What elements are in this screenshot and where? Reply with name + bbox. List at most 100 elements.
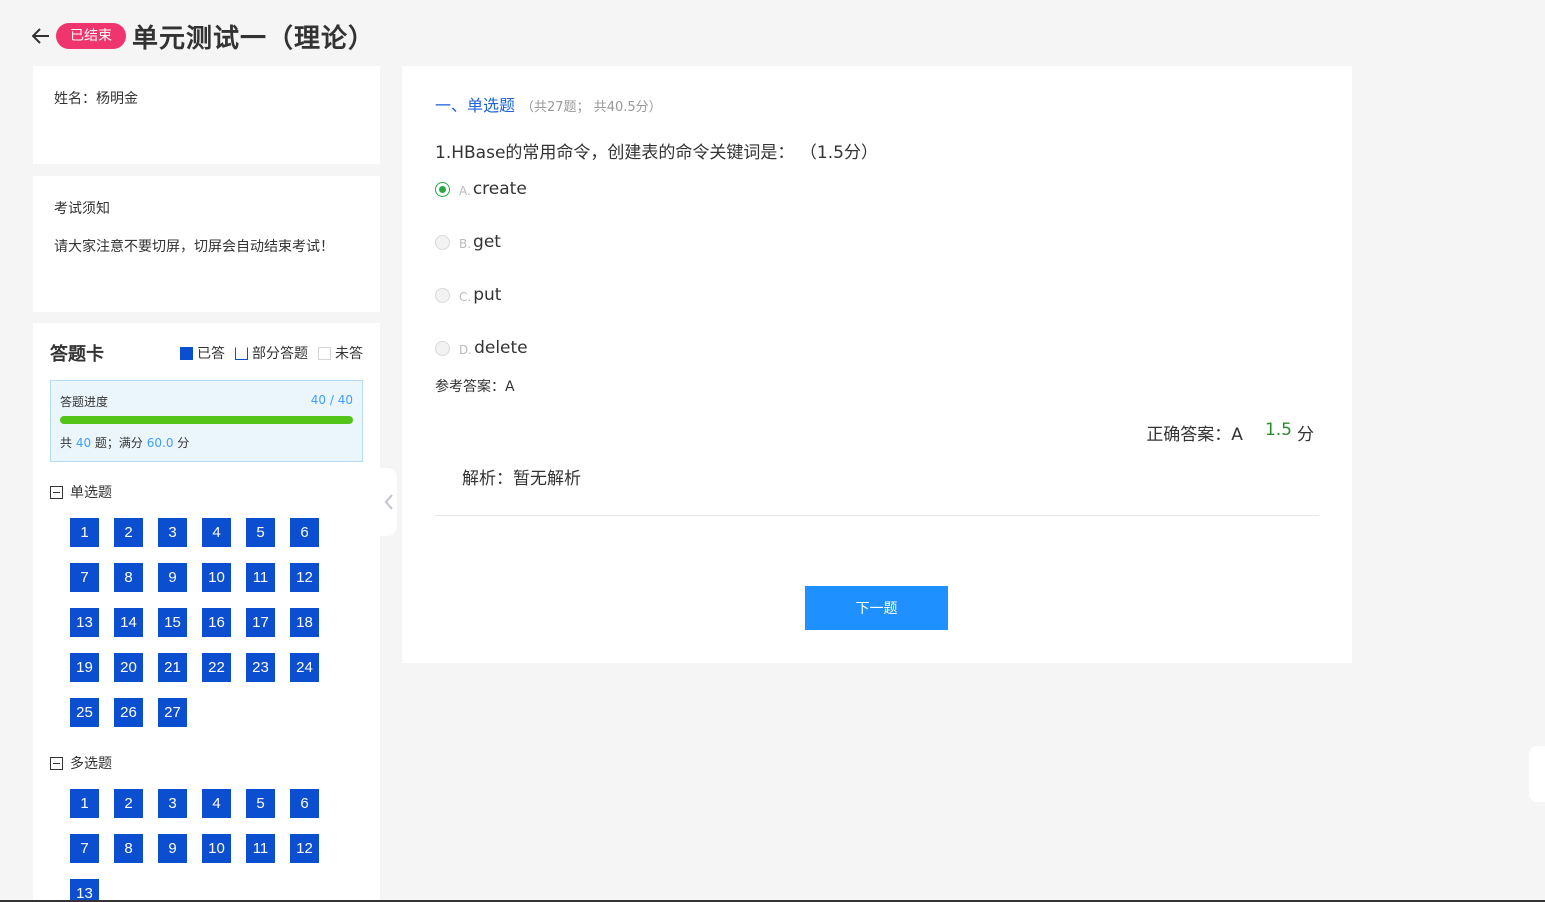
question-number-button[interactable]: 6 — [290, 789, 319, 818]
options-list: A. create B. get C. put D. delete — [435, 177, 1319, 360]
legend-answered: 已答 — [180, 343, 225, 363]
legend-unanswered-label: 未答 — [335, 346, 363, 362]
partial-swatch — [235, 346, 248, 360]
sidebar-collapse-toggle[interactable] — [380, 468, 397, 536]
question-number-button[interactable]: 24 — [290, 653, 319, 682]
progress-summary: 共 40 题；满分 60.0 分 — [60, 434, 353, 451]
question-number-button[interactable]: 16 — [202, 608, 231, 637]
question-number-button[interactable]: 2 — [114, 789, 143, 818]
question-number-button[interactable]: 7 — [70, 834, 99, 863]
question-number-button[interactable]: 23 — [246, 653, 275, 682]
page-title: 单元测试一（理论） — [132, 23, 376, 54]
radio-checked-icon[interactable] — [435, 181, 450, 197]
option-letter: B. — [459, 236, 472, 251]
answer-card: 答题卡 已答 部分答题 未答 答题进度 40 / 40 共 40 题；满分 60… — [33, 323, 380, 902]
legend-unanswered: 未答 — [318, 343, 363, 363]
progress-box: 答题进度 40 / 40 共 40 题；满分 60.0 分 — [50, 380, 363, 462]
exam-notice-card: 考试须知 请大家注意不要切屏，切屏会自动结束考试！ — [33, 176, 380, 312]
group-multi-choice: 多选题 1 2 3 4 5 6 7 8 9 10 11 12 13 — [50, 755, 363, 902]
question-number-button[interactable]: 19 — [70, 653, 99, 682]
question-number-button[interactable]: 10 — [202, 563, 231, 592]
option-d[interactable]: D. delete — [435, 336, 1319, 360]
question-number-button[interactable]: 2 — [114, 518, 143, 547]
header: 已结束 单元测试一（理论） — [30, 18, 375, 54]
progress-bar-fill — [60, 416, 353, 424]
question-number-button[interactable]: 26 — [114, 698, 143, 727]
correct-answer: 正确答案：A — [1146, 425, 1243, 445]
option-letter: D. — [459, 342, 473, 357]
question-number-button[interactable]: 8 — [114, 834, 143, 863]
option-text: delete — [474, 338, 528, 358]
question-grid-multi: 1 2 3 4 5 6 7 8 9 10 11 12 13 — [70, 789, 363, 902]
legend: 已答 部分答题 未答 — [170, 343, 363, 363]
progress-label: 答题进度 — [60, 395, 109, 409]
question-number-button[interactable]: 10 — [202, 834, 231, 863]
question-number-button[interactable]: 1 — [70, 518, 99, 547]
question-number-button[interactable]: 5 — [246, 518, 275, 547]
answer-card-title: 答题卡 — [50, 344, 104, 365]
question-grid-single: 1 2 3 4 5 6 7 8 9 10 11 12 13 14 15 16 17 18 19 20 21 22 23 24 2… — [70, 518, 363, 727]
question-number-button[interactable]: 13 — [70, 879, 99, 902]
progress-done: 40 — [310, 393, 327, 407]
radio-unchecked-icon[interactable] — [435, 287, 450, 303]
progress-sep: / — [326, 393, 338, 407]
question-number-button[interactable]: 14 — [114, 608, 143, 637]
section-title-main: 一、单选题 — [435, 96, 516, 115]
question-number-button[interactable]: 5 — [246, 789, 275, 818]
question-number-button[interactable]: 12 — [290, 563, 319, 592]
question-number-button[interactable]: 15 — [158, 608, 187, 637]
question-number-button[interactable]: 17 — [246, 608, 275, 637]
group-header-multi[interactable]: 多选题 — [50, 755, 363, 772]
group-header-single[interactable]: 单选题 — [50, 484, 363, 501]
question-number-button[interactable]: 3 — [158, 789, 187, 818]
legend-partial: 部分答题 — [235, 343, 308, 363]
chevron-left-icon — [384, 494, 393, 510]
student-info-card: 姓名：杨明金 — [33, 66, 380, 164]
group-label-multi: 多选题 — [70, 756, 112, 772]
option-a[interactable]: A. create — [435, 177, 1319, 201]
question-score: （1.5分） — [808, 143, 878, 163]
status-badge: 已结束 — [56, 23, 126, 49]
unanswered-swatch — [318, 346, 331, 360]
question-number-button[interactable]: 27 — [158, 698, 187, 727]
question-number-button[interactable]: 9 — [158, 563, 187, 592]
question-number-button[interactable]: 22 — [202, 653, 231, 682]
legend-partial-label: 部分答题 — [252, 346, 308, 362]
section-title: 一、单选题 （共27题； 共40.5分） — [435, 92, 1319, 115]
question-number-button[interactable]: 11 — [246, 563, 275, 592]
summary-score: 60.0 — [146, 436, 174, 450]
radio-unchecked-icon[interactable] — [435, 340, 450, 356]
question-number-button[interactable]: 20 — [114, 653, 143, 682]
question-number-button[interactable]: 3 — [158, 518, 187, 547]
summary-suffix: 分 — [173, 436, 190, 450]
question-number-button[interactable]: 12 — [290, 834, 319, 863]
legend-answered-label: 已答 — [197, 346, 225, 362]
next-question-button[interactable]: 下一题 — [805, 586, 948, 630]
question-number-button[interactable]: 6 — [290, 518, 319, 547]
radio-unchecked-icon[interactable] — [435, 234, 450, 250]
back-arrow-icon[interactable] — [30, 25, 52, 47]
score-unit: 分 — [1297, 425, 1314, 445]
question-number-button[interactable]: 21 — [158, 653, 187, 682]
question-number-button[interactable]: 7 — [70, 563, 99, 592]
notice-title: 考试须知 — [54, 201, 110, 217]
question-number-button[interactable]: 18 — [290, 608, 319, 637]
question-number-button[interactable]: 25 — [70, 698, 99, 727]
collapse-minus-icon[interactable] — [50, 485, 63, 499]
option-b[interactable]: B. get — [435, 230, 1319, 254]
summary-prefix: 共 — [60, 436, 76, 450]
question-number-button[interactable]: 9 — [158, 834, 187, 863]
question-number-button[interactable]: 4 — [202, 518, 231, 547]
question-number-button[interactable]: 8 — [114, 563, 143, 592]
option-text: create — [472, 179, 527, 199]
side-floating-tab[interactable] — [1529, 746, 1545, 802]
student-name: 姓名：杨明金 — [54, 91, 138, 107]
question-number-button[interactable]: 4 — [202, 789, 231, 818]
option-text: put — [473, 285, 502, 305]
question-number-button[interactable]: 13 — [70, 608, 99, 637]
question-number-button[interactable]: 1 — [70, 789, 99, 818]
question-number-button[interactable]: 11 — [246, 834, 275, 863]
option-c[interactable]: C. put — [435, 283, 1319, 307]
progress-total: 40 — [337, 393, 353, 407]
collapse-minus-icon[interactable] — [50, 756, 63, 770]
